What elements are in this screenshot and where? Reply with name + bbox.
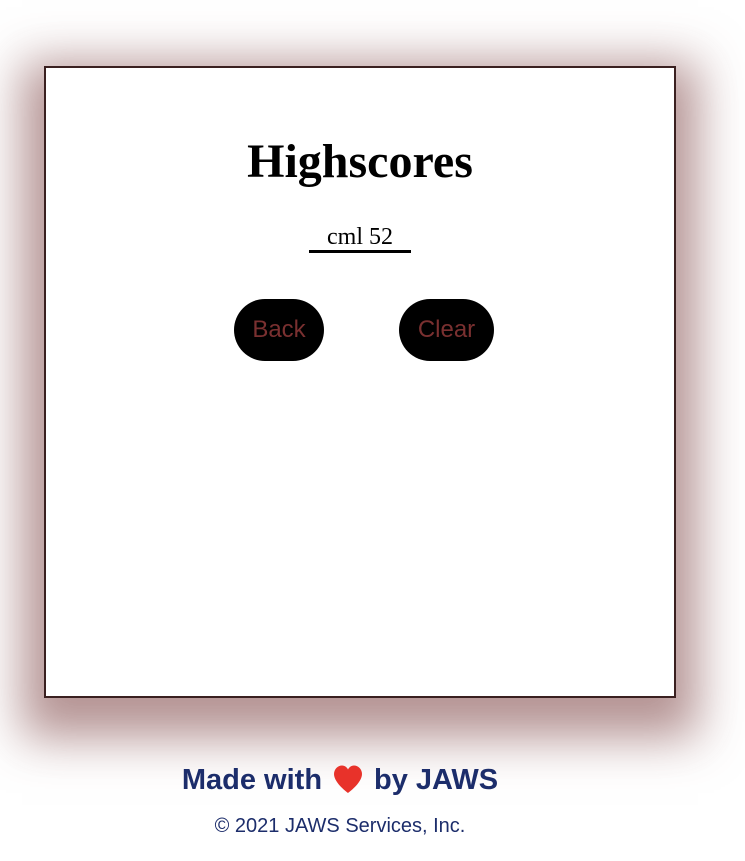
back-button[interactable]: Back — [234, 299, 324, 361]
by-jaws-text: by JAWS — [374, 764, 499, 796]
made-with-text: Made with — [181, 764, 323, 796]
highscore-entry: cml 52 — [309, 224, 411, 253]
heart-icon — [332, 763, 364, 794]
page-title: Highscores — [247, 135, 473, 188]
button-row: Back Clear — [234, 299, 496, 361]
highscores-card: Highscores cml 52 Back Clear — [44, 66, 676, 698]
clear-button[interactable]: Clear — [399, 299, 494, 361]
highscore-list: cml 52 — [46, 224, 674, 253]
copyright-text: © 2021 JAWS Services, Inc. — [214, 815, 466, 837]
made-with-line: Made with by JAWS — [0, 758, 680, 802]
footer: Made with by JAWS © 2021 JAWS Services, I… — [0, 758, 680, 838]
